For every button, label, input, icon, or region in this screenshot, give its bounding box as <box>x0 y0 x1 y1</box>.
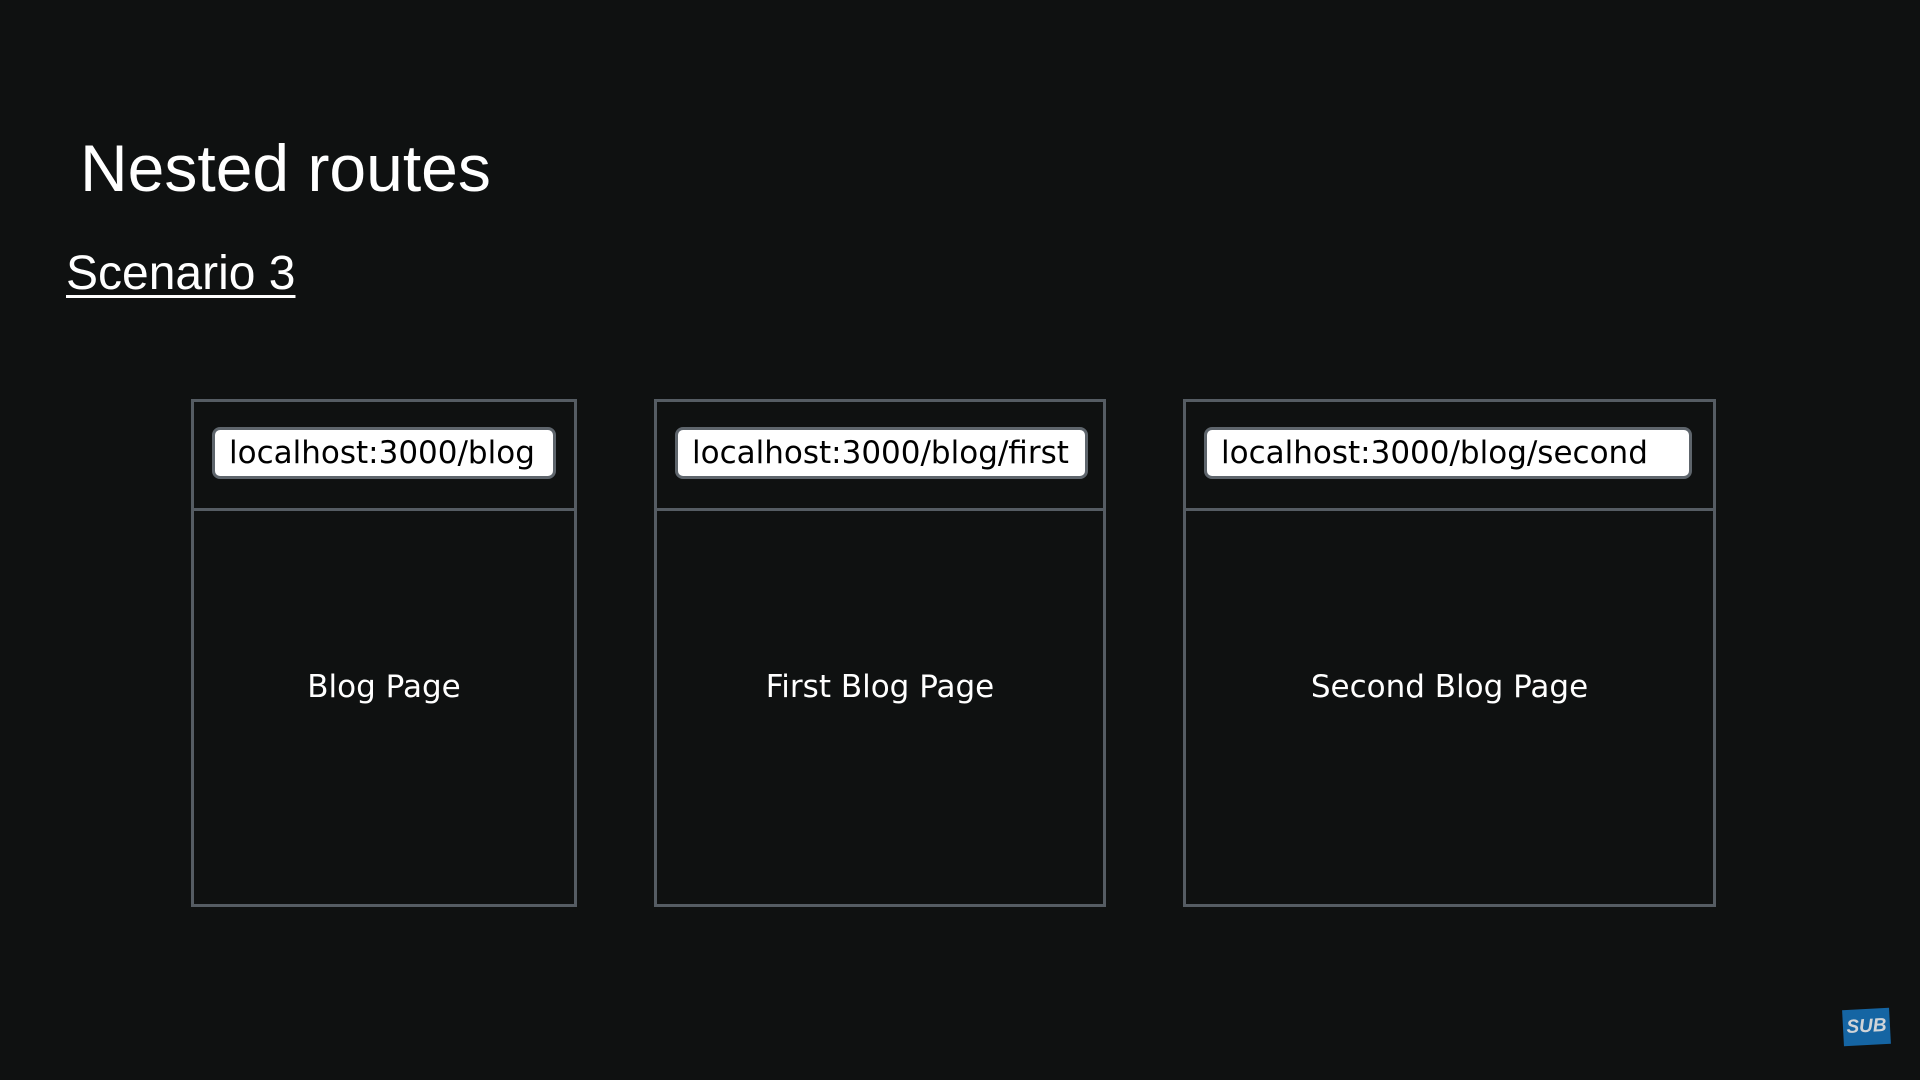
url-field: localhost:3000/blog <box>212 427 556 479</box>
url-field: localhost:3000/blog/second <box>1204 427 1692 479</box>
url-field: localhost:3000/blog/first <box>675 427 1088 479</box>
address-bar-area: localhost:3000/blog/second <box>1186 402 1713 511</box>
page-label: First Blog Page <box>765 669 995 705</box>
slide-title: Nested routes <box>80 131 491 205</box>
page-label: Blog Page <box>307 669 461 705</box>
browser-frame-blog: localhost:3000/blog Blog Page <box>191 399 577 907</box>
logo-text: SUB <box>1845 1014 1888 1039</box>
slide-subtitle: Scenario 3 <box>66 247 296 300</box>
page-label: Second Blog Page <box>1310 669 1589 705</box>
address-bar-area: localhost:3000/blog/first <box>657 402 1103 511</box>
browser-frame-first: localhost:3000/blog/first First Blog Pag… <box>654 399 1106 907</box>
subscribe-logo[interactable]: SUB <box>1842 1007 1891 1047</box>
browser-frame-second: localhost:3000/blog/second Second Blog P… <box>1183 399 1716 907</box>
address-bar-area: localhost:3000/blog <box>194 402 574 511</box>
